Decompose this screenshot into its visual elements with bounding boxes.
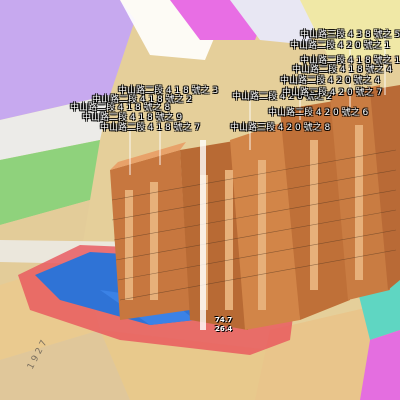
address-label[interactable]: 中山路二段 4 1 8 號之 7 bbox=[100, 123, 200, 133]
address-label[interactable]: 中山路二段 4 1 8 號之 4 bbox=[292, 65, 392, 75]
tower-axis-line bbox=[200, 140, 206, 330]
building-height-label: 74.7 bbox=[215, 316, 233, 324]
address-label[interactable]: 中山路二段 4 2 0 號之 7 bbox=[282, 88, 382, 98]
address-label[interactable]: 中山路二段 4 2 0 號之 6 bbox=[268, 108, 368, 118]
building-height-label: 26.4 bbox=[215, 325, 233, 333]
address-label[interactable]: 中山路三段 4 2 0 號之 8 bbox=[230, 123, 330, 133]
address-label[interactable]: 中山路二段 4 2 0 號之 4 bbox=[280, 76, 380, 86]
address-label[interactable]: 中山路二段 4 1 8 號之 8 bbox=[70, 103, 170, 113]
address-label[interactable]: 中山路二段 4 1 8 號之 9 bbox=[82, 113, 182, 123]
address-label[interactable]: 中山路三段 4 3 8 號之 5 bbox=[300, 30, 400, 40]
map-viewport[interactable]: 中山路三段 4 3 8 號之 5 中山路二段 4 2 0 號之 1 中山路二段 … bbox=[0, 0, 400, 400]
address-label[interactable]: 中山路二段 4 2 0 號之 1 bbox=[290, 41, 390, 51]
